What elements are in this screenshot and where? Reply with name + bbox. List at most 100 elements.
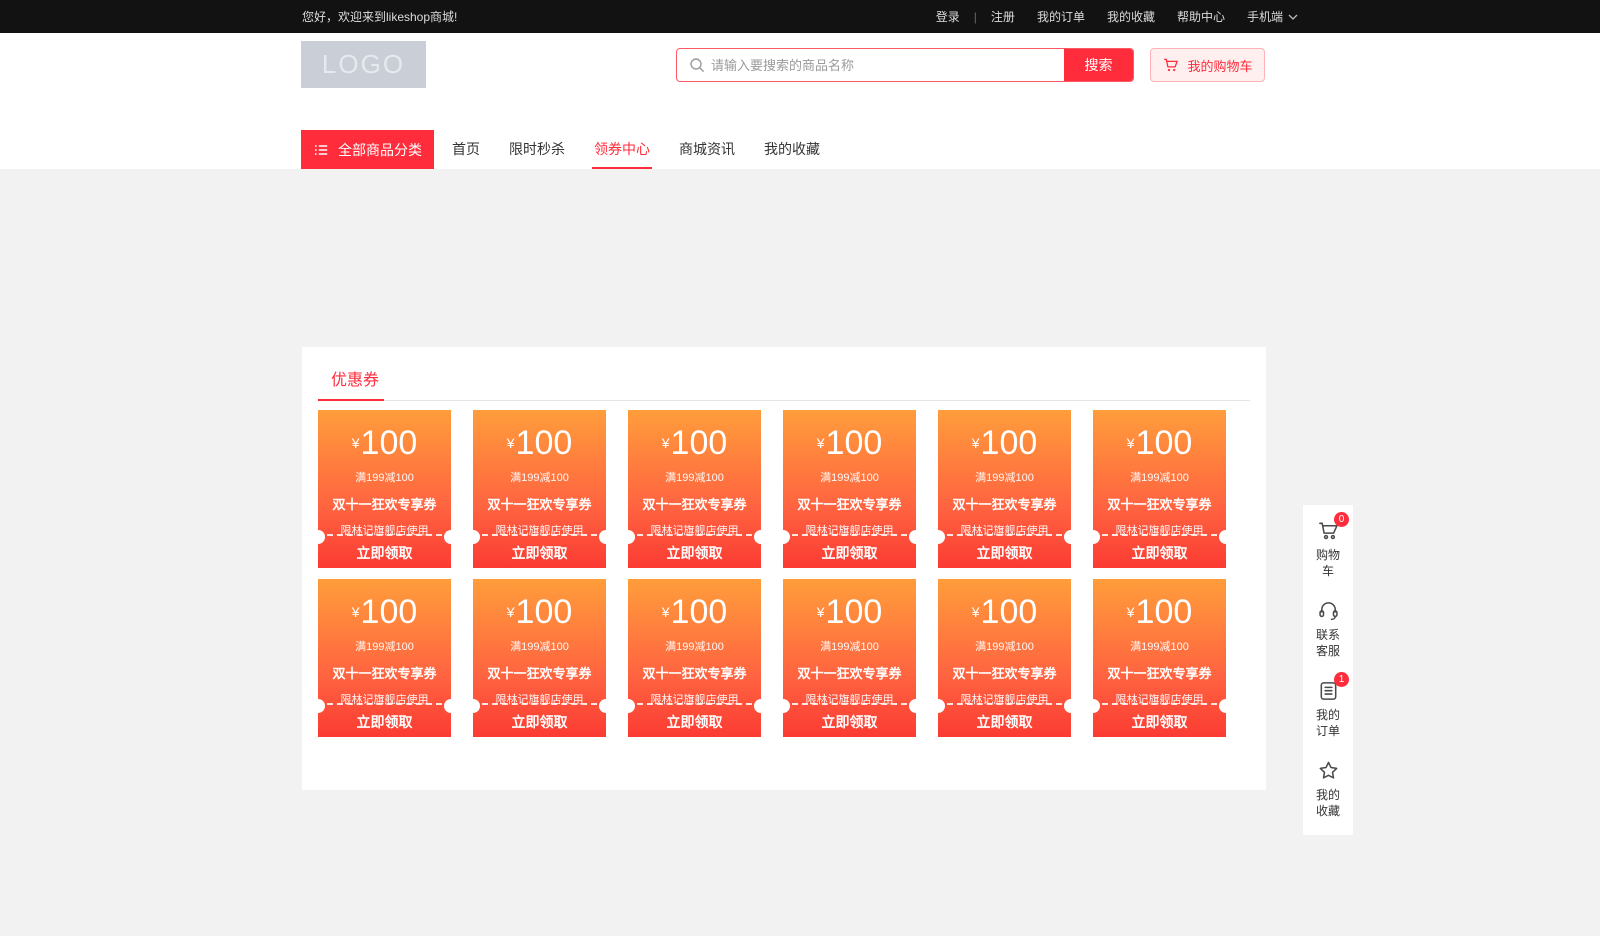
coupon-amount: ¥100 [473, 595, 606, 629]
nav-item-0[interactable]: 首页 [452, 130, 480, 169]
coupon-name: 双十一狂欢专享券 [628, 494, 761, 513]
coupon-condition: 满199减100 [938, 469, 1071, 485]
float-item-label: 购物车 [1311, 547, 1345, 579]
coupon-condition: 满199减100 [473, 469, 606, 485]
all-categories-button[interactable]: 全部商品分类 [301, 130, 434, 169]
coupon-claim-button[interactable]: 立即领取 [783, 706, 916, 737]
currency-symbol: ¥ [507, 604, 515, 620]
coupon-claim-button[interactable]: 立即领取 [938, 537, 1071, 568]
header: LOGO 搜索 我的购物车 全部商品分类 首页限时秒杀领券中心商城资讯我的收藏 [0, 33, 1600, 141]
nav-item-3[interactable]: 商城资讯 [679, 130, 735, 169]
nav-item-1[interactable]: 限时秒杀 [509, 130, 565, 169]
coupon-card: ¥100 满199减100 双十一狂欢专享券 限林记旗舰店使用 立即领取 [1093, 410, 1226, 568]
coupon-dashed-divider [637, 703, 752, 705]
coupon-dashed-divider [482, 534, 597, 536]
coupon-name: 双十一狂欢专享券 [1093, 663, 1226, 682]
coupon-card: ¥100 满199减100 双十一狂欢专享券 限林记旗舰店使用 立即领取 [473, 410, 606, 568]
amount-value: 100 [671, 593, 728, 631]
topbar-link-3[interactable]: 我的收藏 [1107, 8, 1155, 25]
coupon-claim-button[interactable]: 立即领取 [628, 706, 761, 737]
topbar-link-5[interactable]: 手机端 [1247, 8, 1298, 25]
star-icon [1316, 758, 1340, 782]
coupon-amount: ¥100 [1093, 426, 1226, 460]
topbar-link-2[interactable]: 我的订单 [1037, 8, 1085, 25]
coupon-dashed-divider [1102, 703, 1217, 705]
float-item-label: 我的订单 [1311, 707, 1345, 739]
coupon-name: 双十一狂欢专享券 [783, 663, 916, 682]
topbar-link-4[interactable]: 帮助中心 [1177, 8, 1225, 25]
float-item-1[interactable]: 联系客服 [1311, 598, 1345, 659]
coupon-condition: 满199减100 [783, 469, 916, 485]
float-item-3[interactable]: 我的收藏 [1311, 758, 1345, 819]
coupon-card: ¥100 满199减100 双十一狂欢专享券 限林记旗舰店使用 立即领取 [783, 579, 916, 737]
coupon-name: 双十一狂欢专享券 [473, 494, 606, 513]
topbar-separator: | [974, 10, 977, 24]
coupon-card: ¥100 满199减100 双十一狂欢专享券 限林记旗舰店使用 立即领取 [473, 579, 606, 737]
coupon-card: ¥100 满199减100 双十一狂欢专享券 限林记旗舰店使用 立即领取 [938, 579, 1071, 737]
coupon-dashed-divider [1102, 534, 1217, 536]
nav-item-4[interactable]: 我的收藏 [764, 130, 820, 169]
coupon-claim-button[interactable]: 立即领取 [938, 706, 1071, 737]
amount-value: 100 [826, 593, 883, 631]
category-list-icon [313, 142, 329, 158]
coupon-dashed-divider [327, 534, 442, 536]
coupon-amount: ¥100 [628, 595, 761, 629]
coupon-name: 双十一狂欢专享券 [318, 494, 451, 513]
topbar-links: 登录 | 注册 我的订单 我的收藏 帮助中心 手机端 [936, 8, 1298, 25]
coupon-condition: 满199减100 [473, 638, 606, 654]
my-cart-label: 我的购物车 [1187, 56, 1252, 75]
coupon-claim-button[interactable]: 立即领取 [783, 537, 916, 568]
search-icon [677, 49, 711, 81]
topbar-link-0[interactable]: 登录 [936, 8, 960, 25]
coupon-card: ¥100 满199减100 双十一狂欢专享券 限林记旗舰店使用 立即领取 [783, 410, 916, 568]
coupon-name: 双十一狂欢专享券 [628, 663, 761, 682]
coupon-grid: ¥100 满199减100 双十一狂欢专享券 限林记旗舰店使用 立即领取 ¥10… [318, 410, 1250, 737]
headset-icon [1316, 598, 1340, 622]
coupon-amount: ¥100 [783, 426, 916, 460]
currency-symbol: ¥ [507, 435, 515, 451]
coupon-claim-button[interactable]: 立即领取 [1093, 706, 1226, 737]
coupon-dashed-divider [947, 534, 1062, 536]
currency-symbol: ¥ [817, 435, 825, 451]
coupon-condition: 满199减100 [783, 638, 916, 654]
search-input[interactable] [711, 49, 1064, 81]
coupon-dashed-divider [482, 703, 597, 705]
coupon-name: 双十一狂欢专享券 [473, 663, 606, 682]
coupon-condition: 满199减100 [1093, 638, 1226, 654]
coupon-claim-button[interactable]: 立即领取 [473, 706, 606, 737]
amount-value: 100 [361, 424, 418, 462]
search-box: 搜索 [676, 48, 1134, 82]
coupon-condition: 满199减100 [628, 638, 761, 654]
coupon-panel-header: 优惠券 [318, 347, 1250, 401]
float-item-2[interactable]: 1我的订单 [1311, 678, 1345, 739]
topbar: 您好，欢迎来到likeshop商城! 登录|注册我的订单我的收藏帮助中心手机端 [0, 0, 1600, 33]
amount-value: 100 [1136, 424, 1193, 462]
cart-icon [1162, 56, 1180, 74]
nav-item-2[interactable]: 领券中心 [594, 130, 650, 169]
coupon-claim-button[interactable]: 立即领取 [318, 706, 451, 737]
coupon-name: 双十一狂欢专享券 [938, 663, 1071, 682]
amount-value: 100 [981, 593, 1038, 631]
coupon-condition: 满199减100 [938, 638, 1071, 654]
coupon-name: 双十一狂欢专享券 [938, 494, 1071, 513]
chevron-down-icon [1288, 14, 1298, 20]
coupon-claim-button[interactable]: 立即领取 [1093, 537, 1226, 568]
my-cart-button[interactable]: 我的购物车 [1150, 48, 1265, 82]
coupon-amount: ¥100 [473, 426, 606, 460]
coupon-claim-button[interactable]: 立即领取 [318, 537, 451, 568]
search-button[interactable]: 搜索 [1064, 49, 1133, 81]
topbar-link-1[interactable]: 注册 [991, 8, 1015, 25]
currency-symbol: ¥ [972, 435, 980, 451]
amount-value: 100 [361, 593, 418, 631]
amount-value: 100 [516, 593, 573, 631]
coupon-claim-button[interactable]: 立即领取 [628, 537, 761, 568]
badge: 1 [1334, 672, 1349, 687]
section-title[interactable]: 优惠券 [331, 366, 379, 390]
float-item-0[interactable]: 0购物车 [1311, 518, 1345, 579]
coupon-condition: 满199减100 [318, 638, 451, 654]
logo[interactable]: LOGO [301, 41, 426, 88]
coupon-card: ¥100 满199减100 双十一狂欢专享券 限林记旗舰店使用 立即领取 [318, 410, 451, 568]
coupon-card: ¥100 满199减100 双十一狂欢专享券 限林记旗舰店使用 立即领取 [938, 410, 1071, 568]
coupon-claim-button[interactable]: 立即领取 [473, 537, 606, 568]
coupon-dashed-divider [327, 703, 442, 705]
